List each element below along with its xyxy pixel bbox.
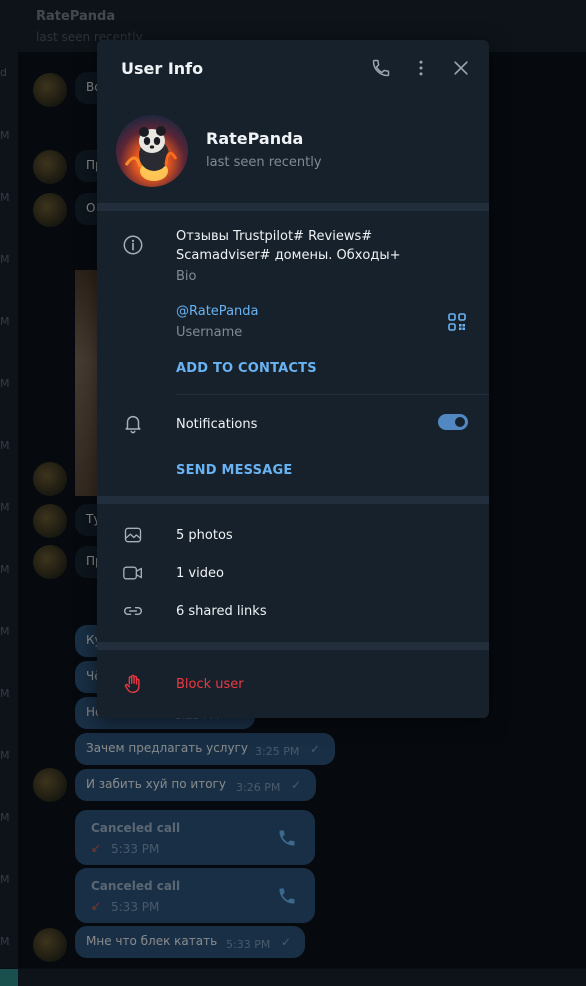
link-icon (121, 599, 145, 623)
photo-icon (121, 523, 145, 547)
toggle-knob (453, 415, 467, 429)
bio-label: Bio (176, 269, 197, 284)
username-label: Username (176, 325, 243, 340)
bio-text: Отзывы Trustpilot# Reviews# Scamadviser#… (176, 229, 401, 263)
send-message-button[interactable]: SEND MESSAGE (176, 463, 292, 478)
hand-stop-icon (121, 672, 145, 696)
close-icon[interactable] (449, 56, 473, 80)
video-icon (121, 561, 145, 585)
shared-links-link[interactable]: 6 shared links (176, 604, 267, 619)
row-divider (176, 394, 489, 395)
section-divider (97, 203, 489, 211)
notifications-label: Notifications (176, 417, 258, 432)
add-to-contacts-button[interactable]: ADD TO CONTACTS (176, 361, 317, 376)
modal-title: User Info (121, 59, 204, 78)
more-vertical-icon[interactable] (409, 56, 433, 80)
profile-status: last seen recently (206, 155, 322, 170)
block-user-button[interactable]: Block user (176, 677, 244, 692)
notifications-toggle[interactable] (438, 414, 468, 430)
profile-avatar[interactable] (116, 115, 188, 187)
profile-name: RatePanda (206, 129, 304, 148)
username-value[interactable]: @RatePanda (176, 304, 259, 319)
shared-video-link[interactable]: 1 video (176, 566, 224, 581)
section-divider (97, 642, 489, 650)
info-icon (121, 233, 145, 257)
phone-icon[interactable] (369, 56, 393, 80)
bell-icon (121, 411, 145, 435)
shared-photos-link[interactable]: 5 photos (176, 528, 233, 543)
section-divider (97, 496, 489, 504)
user-info-panel: User Info RatePanda last seen recently О… (97, 40, 489, 718)
qr-code-icon[interactable] (445, 310, 469, 334)
